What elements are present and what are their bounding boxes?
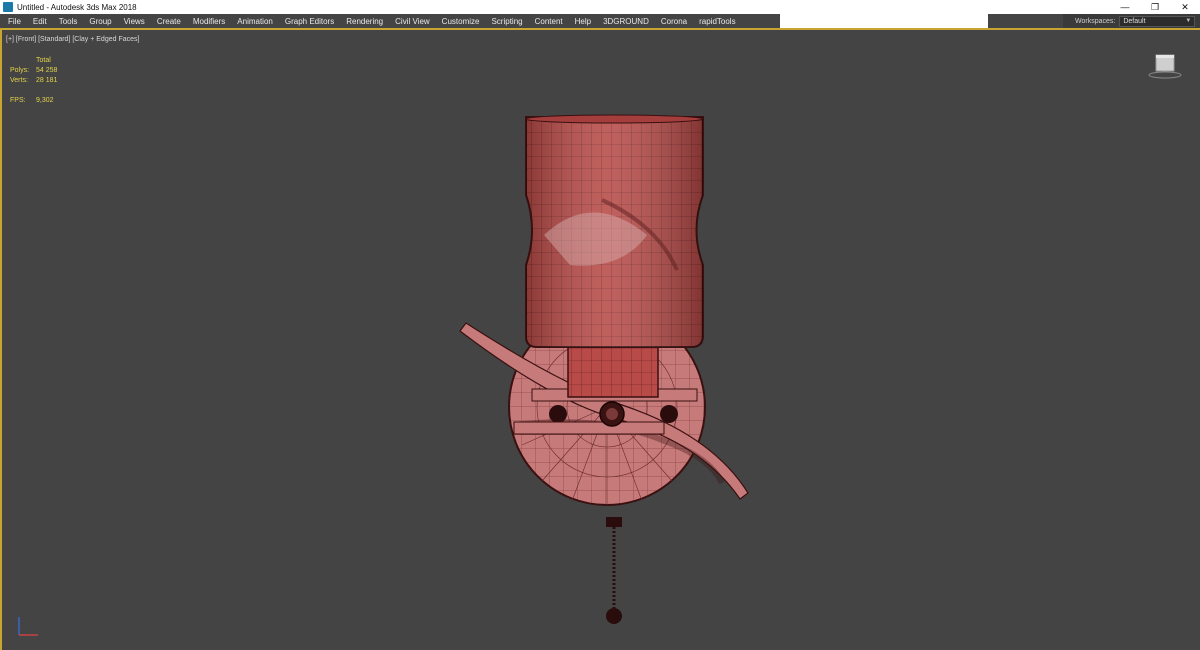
- workspace-label: Workspaces:: [1075, 17, 1116, 25]
- menu-item-rapidtools[interactable]: rapidTools: [693, 17, 741, 26]
- socket-neck: [567, 346, 659, 398]
- verts-value: 28 181: [36, 77, 58, 84]
- menu-item-help[interactable]: Help: [569, 17, 597, 26]
- viewport-label-menu[interactable]: [+] [Front] [Standard] [Clay + Edged Fac…: [6, 36, 139, 43]
- menu-item-create[interactable]: Create: [151, 17, 187, 26]
- polys-value: 54 258: [36, 67, 58, 74]
- restore-button[interactable]: ❐: [1140, 0, 1170, 14]
- menu-item-edit[interactable]: Edit: [27, 17, 53, 26]
- close-button[interactable]: ✕: [1170, 0, 1200, 14]
- menu-item-3dground[interactable]: 3DGROUND: [597, 17, 655, 26]
- workspace-dropdown[interactable]: Default ▼: [1119, 15, 1196, 27]
- menu-item-group[interactable]: Group: [83, 17, 117, 26]
- workspace-value: Default: [1123, 17, 1146, 25]
- verts-label: Verts:: [10, 77, 28, 84]
- menu-item-corona[interactable]: Corona: [655, 17, 693, 26]
- chevron-down-icon: ▼: [1185, 18, 1192, 24]
- menu-bar: File Edit Tools Group Views Create Modifiers An…: [0, 14, 1200, 28]
- minimize-button[interactable]: —: [1110, 0, 1140, 14]
- front-viewport[interactable]: [+] [Front] [Standard] [Clay + Edged Fac…: [0, 28, 1200, 650]
- window-controls: — ❐ ✕: [1110, 0, 1200, 14]
- menu-bar-blank-area: [780, 14, 988, 28]
- menu-item-modifiers[interactable]: Modifiers: [187, 17, 231, 26]
- window-title: Untitled - Autodesk 3ds Max 2018: [17, 2, 137, 12]
- menu-items: File Edit Tools Group Views Create Modifiers An…: [0, 14, 742, 28]
- menu-item-customize[interactable]: Customize: [436, 17, 486, 26]
- screw-hole-right: [660, 405, 678, 423]
- fps-label: FPS:: [10, 97, 26, 104]
- viewport-statistics: Total Polys: 54 258 Verts: 28 181 FPS: 9,30…: [10, 56, 57, 106]
- workspace-switcher: Workspaces: Default ▼: [1063, 14, 1200, 28]
- axis-tripod-icon: [18, 617, 38, 636]
- viewcube-icon[interactable]: [1148, 52, 1182, 80]
- menu-item-graph-editors[interactable]: Graph Editors: [279, 17, 340, 26]
- menu-item-animation[interactable]: Animation: [231, 17, 279, 26]
- title-bar: Untitled - Autodesk 3ds Max 2018 — ❐ ✕: [0, 0, 1200, 14]
- sconce-3d-model[interactable]: [452, 85, 762, 640]
- fps-value: 9,302: [36, 97, 54, 104]
- menu-item-file[interactable]: File: [0, 17, 27, 26]
- crossbar: [513, 421, 665, 435]
- pull-chain-bead: [606, 608, 622, 624]
- menu-item-scripting[interactable]: Scripting: [485, 17, 528, 26]
- polys-label: Polys:: [10, 67, 30, 74]
- menu-item-rendering[interactable]: Rendering: [340, 17, 389, 26]
- stats-header: Total: [36, 57, 51, 64]
- 3dsmax-app-icon: [3, 2, 13, 12]
- menu-item-content[interactable]: Content: [529, 17, 569, 26]
- menu-item-tools[interactable]: Tools: [53, 17, 84, 26]
- menu-item-views[interactable]: Views: [118, 17, 151, 26]
- chain-mount: [606, 517, 622, 527]
- menu-item-civil-view[interactable]: Civil View: [389, 17, 436, 26]
